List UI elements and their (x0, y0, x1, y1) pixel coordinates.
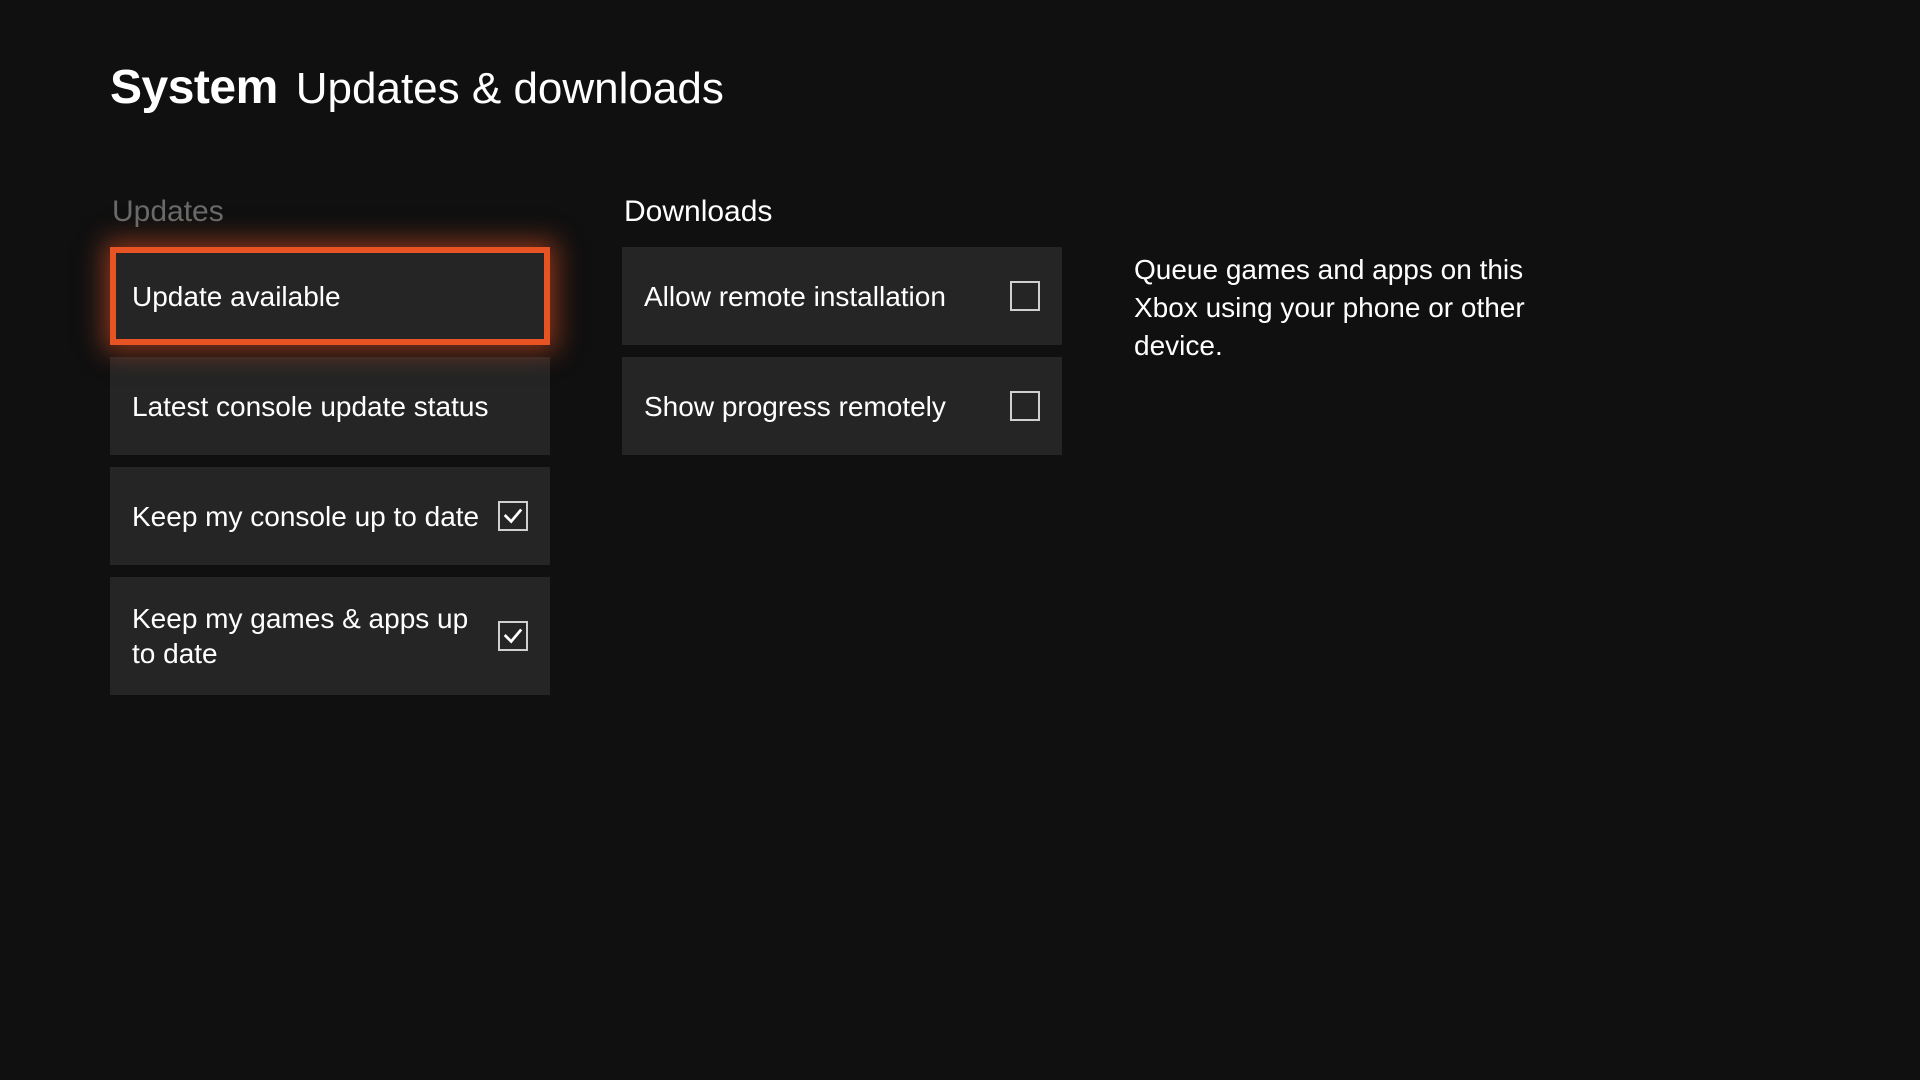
updates-list: Update available Latest console update s… (110, 247, 550, 695)
keep-console-up-to-date-toggle[interactable]: Keep my console up to date (110, 467, 550, 565)
checkbox-icon (498, 501, 528, 531)
downloads-column: Downloads Allow remote installation Show… (622, 195, 1062, 455)
latest-console-update-status-button[interactable]: Latest console update status (110, 357, 550, 455)
tile-label: Keep my console up to date (132, 499, 498, 534)
tile-label: Allow remote installation (644, 279, 1010, 314)
page-header: System Updates & downloads (110, 60, 1810, 115)
info-text: Queue games and apps on this Xbox using … (1134, 251, 1594, 364)
allow-remote-installation-toggle[interactable]: Allow remote installation (622, 247, 1062, 345)
columns: Updates Update available Latest console … (110, 195, 1810, 695)
checkbox-icon (498, 621, 528, 651)
update-available-button[interactable]: Update available (110, 247, 550, 345)
updates-section-title: Updates (110, 195, 550, 229)
settings-page: System Updates & downloads Updates Updat… (0, 0, 1920, 755)
downloads-section-title: Downloads (622, 195, 1062, 229)
tile-label: Update available (132, 279, 528, 314)
page-subtitle: Updates & downloads (296, 64, 724, 114)
page-title: System (110, 60, 278, 115)
show-progress-remotely-toggle[interactable]: Show progress remotely (622, 357, 1062, 455)
tile-label: Show progress remotely (644, 389, 1010, 424)
checkbox-icon (1010, 281, 1040, 311)
tile-label: Latest console update status (132, 389, 528, 424)
tile-label: Keep my games & apps up to date (132, 601, 498, 671)
updates-column: Updates Update available Latest console … (110, 195, 550, 695)
info-column: Queue games and apps on this Xbox using … (1134, 195, 1594, 364)
keep-games-apps-up-to-date-toggle[interactable]: Keep my games & apps up to date (110, 577, 550, 695)
downloads-list: Allow remote installation Show progress … (622, 247, 1062, 455)
checkbox-icon (1010, 391, 1040, 421)
